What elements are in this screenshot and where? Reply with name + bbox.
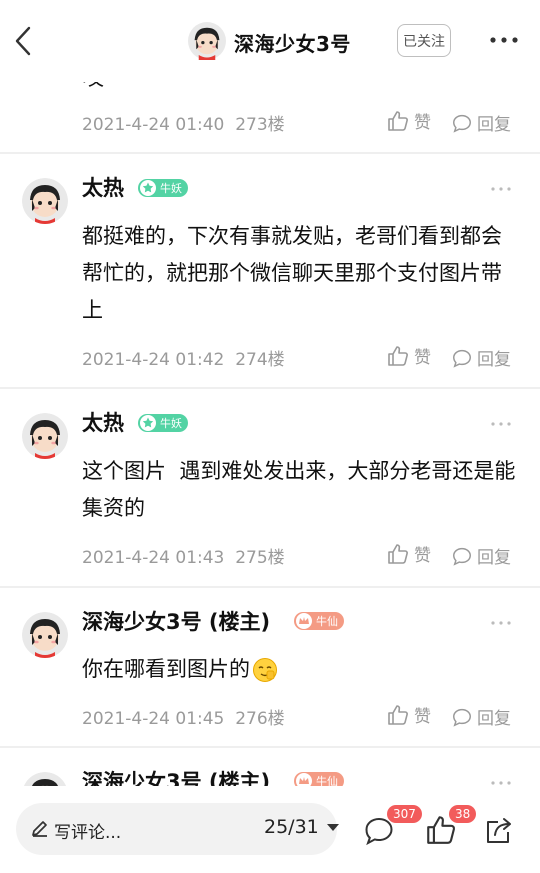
reply-button[interactable]: 回复 bbox=[451, 543, 511, 568]
divider bbox=[0, 152, 540, 154]
comment-count-badge: 307 bbox=[387, 805, 422, 823]
avatar[interactable] bbox=[22, 413, 68, 459]
header-username[interactable]: 深海少女3号 bbox=[234, 28, 351, 57]
divider bbox=[0, 746, 540, 748]
post-time: 2021-4-24 01:45 bbox=[82, 709, 225, 729]
post-time: 2021-4-24 01:40 bbox=[82, 115, 225, 135]
avatar[interactable] bbox=[22, 178, 68, 224]
post-content: 你在哪看到图片的 bbox=[82, 651, 522, 688]
post-floor: 274楼 bbox=[235, 350, 285, 370]
comment-bubble-icon bbox=[453, 708, 471, 727]
thumbs-up-icon bbox=[388, 543, 408, 564]
badge-label: 牛妖 bbox=[160, 417, 182, 430]
divider bbox=[0, 586, 540, 588]
comment-input[interactable]: 写评论... 25/31 bbox=[16, 803, 339, 855]
like-button[interactable]: 赞 bbox=[386, 343, 431, 368]
like-count-badge: 38 bbox=[449, 805, 477, 823]
post-floor: 276楼 bbox=[235, 709, 285, 729]
crown-icon bbox=[296, 613, 312, 629]
avatar[interactable] bbox=[22, 612, 68, 658]
post-text: 你在哪看到图片的 bbox=[82, 657, 250, 681]
like-button[interactable]: 赞 bbox=[386, 702, 431, 727]
follow-button[interactable]: 已关注 bbox=[397, 24, 451, 57]
pencil-icon bbox=[32, 821, 47, 837]
star-icon bbox=[140, 180, 156, 196]
post-time: 2021-4-24 01:42 bbox=[82, 350, 225, 370]
post-meta: 2021-4-24 01:42 274楼 bbox=[82, 345, 285, 370]
reply-label: 回复 bbox=[477, 548, 511, 568]
like-label: 赞 bbox=[414, 113, 431, 133]
comment-bubble-icon bbox=[453, 114, 471, 133]
post-content: 都挺难的，下次有事就发贴，老哥们看到都会帮忙的，就把那个微信聊天里那个支付图片带… bbox=[82, 224, 502, 322]
reply-button[interactable]: 回复 bbox=[451, 704, 511, 729]
username[interactable]: 深海少女3号 (楼主) bbox=[82, 606, 270, 636]
more-options-icon[interactable] bbox=[490, 618, 512, 628]
like-button[interactable]: 赞 bbox=[386, 108, 431, 133]
reply-button[interactable]: 回复 bbox=[451, 110, 511, 135]
more-options-icon[interactable] bbox=[490, 184, 512, 194]
caret-down-icon bbox=[326, 824, 339, 831]
post-floor: 275楼 bbox=[235, 548, 285, 568]
emoji-icon bbox=[253, 657, 277, 682]
bottom-toolbar: 写评论... 25/31 307 38 bbox=[0, 786, 540, 873]
share-icon[interactable] bbox=[482, 814, 516, 848]
post-feed[interactable]: 哎 2021-4-24 01:40 273楼 赞 回复 太热 牛妖 都挺难的，下… bbox=[0, 0, 540, 873]
comment-placeholder: 写评论... bbox=[54, 823, 122, 843]
reply-label: 回复 bbox=[477, 115, 511, 135]
username[interactable]: 太热 bbox=[82, 407, 124, 437]
post-time: 2021-4-24 01:43 bbox=[82, 548, 225, 568]
reply-button[interactable]: 回复 bbox=[451, 345, 511, 370]
post-content: 这个图片 遇到难处发出来，大部分老哥还是能集资的 bbox=[82, 459, 516, 520]
level-badge: 牛妖 bbox=[138, 179, 188, 197]
page-indicator: 25/31 bbox=[264, 816, 319, 838]
top-nav-bar: 深海少女3号 已关注 bbox=[0, 0, 540, 82]
like-label: 赞 bbox=[414, 707, 431, 727]
post-meta: 2021-4-24 01:45 276楼 bbox=[82, 704, 285, 729]
badge-label: 牛妖 bbox=[160, 182, 182, 195]
post-meta: 2021-4-24 01:43 275楼 bbox=[82, 543, 285, 568]
star-icon bbox=[140, 415, 156, 431]
level-badge: 牛妖 bbox=[138, 414, 188, 432]
divider bbox=[0, 387, 540, 389]
header-avatar[interactable] bbox=[188, 22, 226, 60]
page-selector[interactable]: 25/31 bbox=[264, 816, 343, 838]
reply-label: 回复 bbox=[477, 709, 511, 729]
comment-bubble-icon bbox=[453, 349, 471, 368]
like-label: 赞 bbox=[414, 348, 431, 368]
thumbs-up-icon bbox=[388, 110, 408, 131]
username[interactable]: 太热 bbox=[82, 172, 124, 202]
post-meta: 2021-4-24 01:40 273楼 bbox=[82, 110, 285, 135]
like-label: 赞 bbox=[414, 546, 431, 566]
badge-label: 牛仙 bbox=[316, 615, 338, 628]
level-badge: 牛仙 bbox=[294, 612, 344, 630]
comment-bubble-icon bbox=[453, 547, 471, 566]
post-floor: 273楼 bbox=[235, 115, 285, 135]
like-button[interactable]: 赞 bbox=[386, 541, 431, 566]
thumbs-up-icon bbox=[388, 345, 408, 366]
back-arrow-icon[interactable] bbox=[10, 22, 40, 60]
more-options-icon[interactable] bbox=[490, 419, 512, 429]
reply-label: 回复 bbox=[477, 350, 511, 370]
more-options-icon[interactable] bbox=[488, 30, 520, 50]
thumbs-up-icon bbox=[388, 704, 408, 725]
